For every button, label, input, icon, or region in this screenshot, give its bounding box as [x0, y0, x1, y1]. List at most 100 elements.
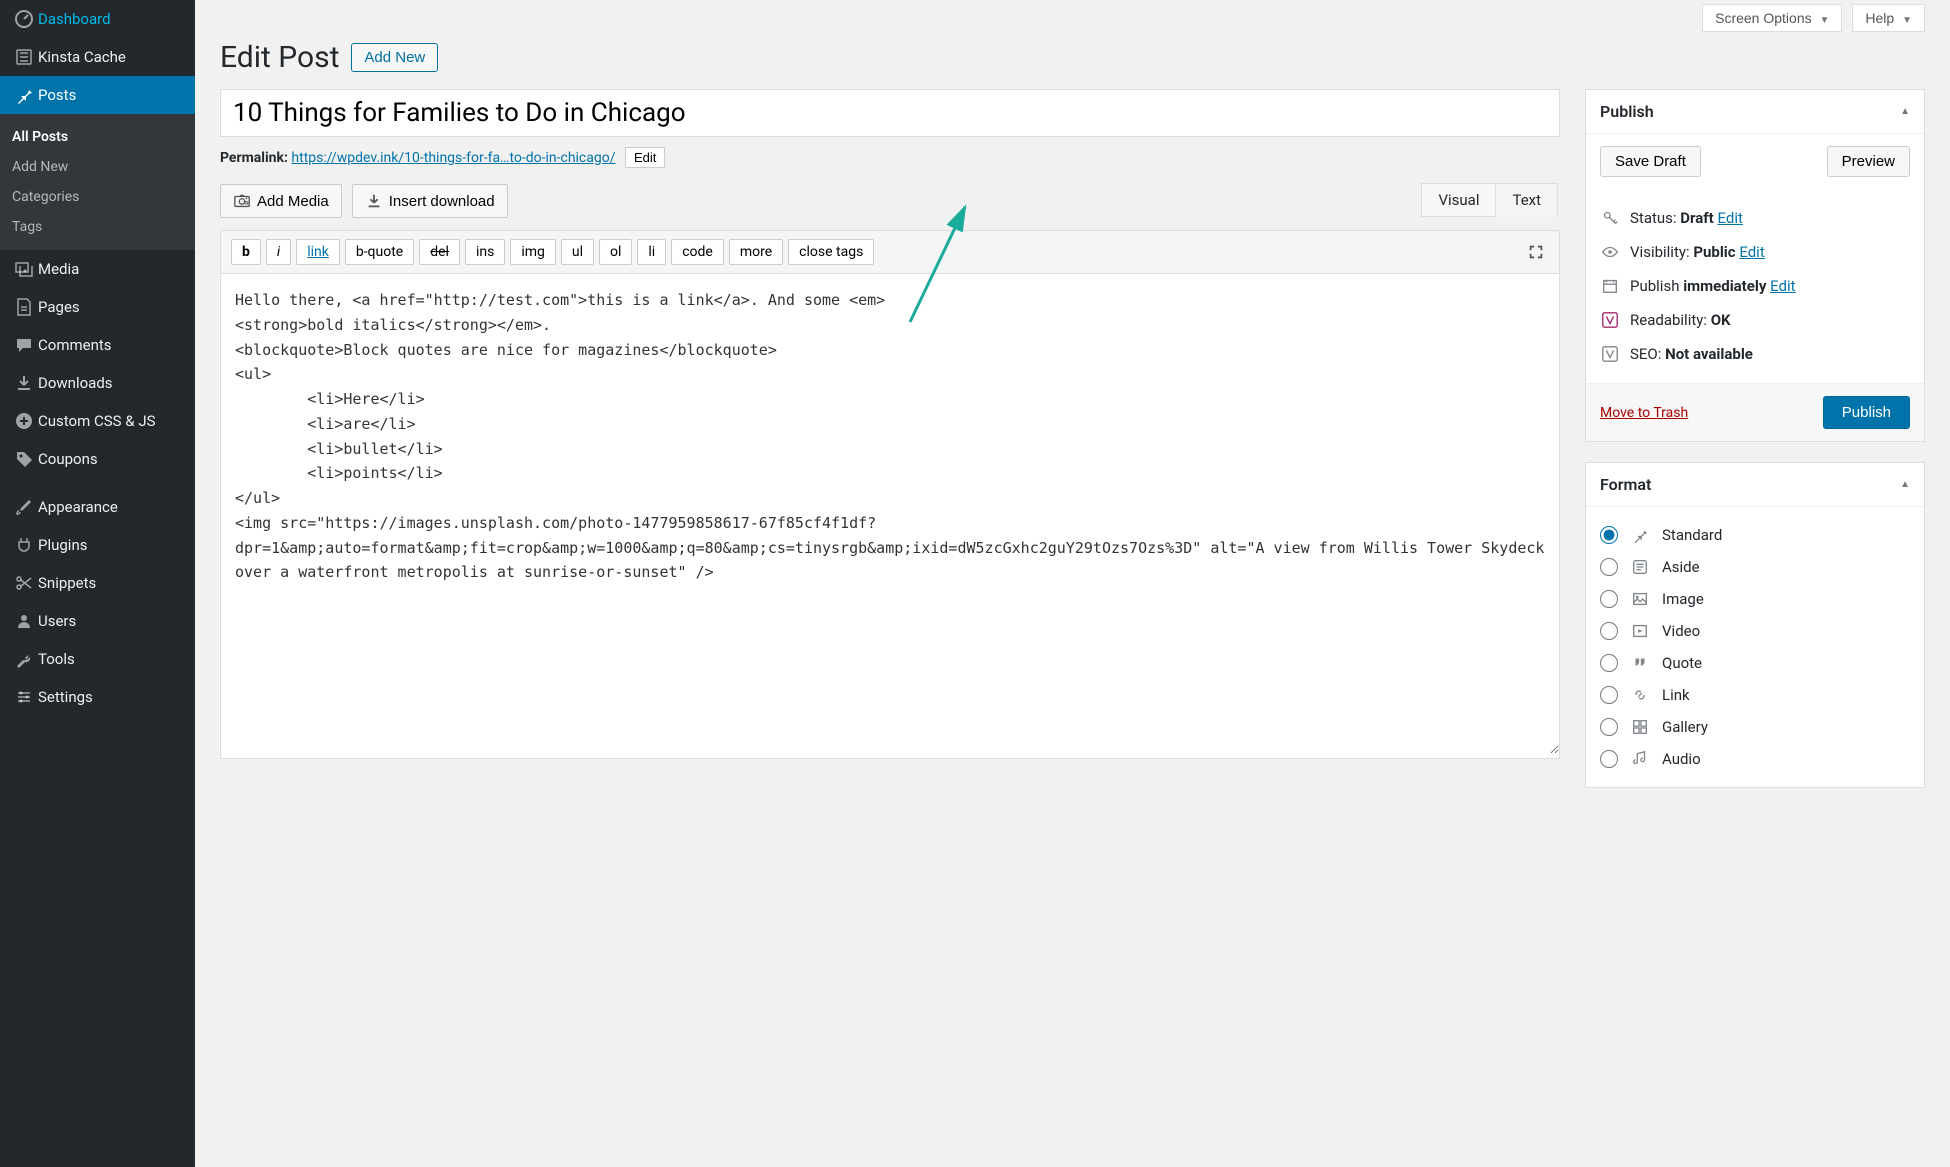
format-radio[interactable]: [1600, 654, 1618, 672]
post-title-input[interactable]: [220, 89, 1560, 137]
page-icon: [10, 297, 38, 317]
aside-icon: [1630, 558, 1650, 576]
visibility-edit-link[interactable]: Edit: [1739, 243, 1764, 261]
save-draft-button[interactable]: Save Draft: [1600, 146, 1701, 177]
screen-options-button[interactable]: Screen Options ▼: [1702, 4, 1842, 32]
format-metabox-toggle[interactable]: Format ▲: [1586, 463, 1924, 507]
format-option-video[interactable]: Video: [1600, 615, 1910, 647]
sidebar-item-users[interactable]: Users: [0, 602, 195, 640]
yoast-icon: [1600, 311, 1620, 329]
sidebar-label: Plugins: [38, 536, 87, 554]
sidebar-label: Appearance: [38, 498, 118, 516]
audio-icon: [1630, 750, 1650, 768]
sidebar-item-pages[interactable]: Pages: [0, 288, 195, 326]
qtag-b[interactable]: b: [231, 239, 261, 265]
qtag-link[interactable]: link: [296, 239, 340, 265]
format-radio[interactable]: [1600, 526, 1618, 544]
image-icon: [1630, 590, 1650, 608]
qtag-bquote[interactable]: b-quote: [345, 239, 414, 265]
link-icon: [1630, 686, 1650, 704]
qtag-ul[interactable]: ul: [561, 239, 594, 265]
editor-tab-text[interactable]: Text: [1495, 183, 1558, 217]
sidebar-item-dashboard[interactable]: Dashboard: [0, 0, 195, 38]
editor-box: b i link b-quote del ins img ul ol li co…: [220, 230, 1560, 759]
schedule-edit-link[interactable]: Edit: [1770, 277, 1795, 295]
status-edit-link[interactable]: Edit: [1717, 209, 1742, 227]
sidebar-label: Tools: [38, 650, 75, 668]
permalink-link[interactable]: https://wpdev.ink/10-things-for-fa…to-do…: [291, 150, 615, 166]
sidebar-sub-categories[interactable]: Categories: [0, 182, 195, 212]
format-radio[interactable]: [1600, 686, 1618, 704]
add-new-button[interactable]: Add New: [351, 43, 438, 72]
qtag-ol[interactable]: ol: [599, 239, 632, 265]
format-option-quote[interactable]: Quote: [1600, 647, 1910, 679]
qtag-code[interactable]: code: [671, 239, 724, 265]
qtag-del[interactable]: del: [419, 239, 460, 265]
sidebar-label: Pages: [38, 298, 80, 316]
format-option-standard[interactable]: Standard: [1600, 519, 1910, 551]
format-radio[interactable]: [1600, 558, 1618, 576]
move-to-trash-link[interactable]: Move to Trash: [1600, 405, 1688, 421]
user-icon: [10, 611, 38, 631]
visibility-row: Visibility: Public Edit: [1600, 235, 1910, 269]
chevron-up-icon: ▲: [1900, 479, 1910, 490]
admin-sidebar: Dashboard Kinsta Cache Posts All Posts A…: [0, 0, 195, 1167]
schedule-row: Publish immediately Edit: [1600, 269, 1910, 303]
format-option-link[interactable]: Link: [1600, 679, 1910, 711]
calendar-icon: [1600, 277, 1620, 295]
format-option-aside[interactable]: Aside: [1600, 551, 1910, 583]
qtag-img[interactable]: img: [510, 239, 556, 265]
format-option-gallery[interactable]: Gallery: [1600, 711, 1910, 743]
sidebar-column: Publish ▲ Save Draft Preview Status: Dra…: [1585, 89, 1925, 808]
readability-row: Readability: OK: [1600, 303, 1910, 337]
publish-button[interactable]: Publish: [1823, 396, 1910, 429]
sidebar-item-custom-css[interactable]: Custom CSS & JS: [0, 402, 195, 440]
sidebar-item-downloads[interactable]: Downloads: [0, 364, 195, 402]
sidebar-sub-tags[interactable]: Tags: [0, 212, 195, 242]
sidebar-sub-add-new[interactable]: Add New: [0, 152, 195, 182]
video-icon: [1630, 622, 1650, 640]
sidebar-item-tools[interactable]: Tools: [0, 640, 195, 678]
sidebar-item-plugins[interactable]: Plugins: [0, 526, 195, 564]
comment-icon: [10, 335, 38, 355]
sidebar-item-media[interactable]: Media: [0, 250, 195, 288]
editor-tab-visual[interactable]: Visual: [1421, 183, 1496, 217]
sidebar-item-snippets[interactable]: Snippets: [0, 564, 195, 602]
sidebar-sub-all-posts[interactable]: All Posts: [0, 122, 195, 152]
sidebar-label: Kinsta Cache: [38, 48, 126, 66]
qtag-i[interactable]: i: [266, 239, 291, 265]
content-textarea[interactable]: [221, 274, 1559, 754]
fullscreen-icon[interactable]: [1523, 239, 1549, 265]
dashboard-icon: [10, 9, 38, 29]
format-radio[interactable]: [1600, 718, 1618, 736]
sidebar-item-posts[interactable]: Posts: [0, 76, 195, 114]
sidebar-item-appearance[interactable]: Appearance: [0, 488, 195, 526]
tag-icon: [10, 449, 38, 469]
format-radio[interactable]: [1600, 750, 1618, 768]
sidebar-item-coupons[interactable]: Coupons: [0, 440, 195, 478]
kinsta-icon: [10, 47, 38, 67]
screen-meta-links: Screen Options ▼ Help ▼: [220, 0, 1925, 36]
qtag-ins[interactable]: ins: [465, 239, 505, 265]
permalink-row: Permalink: https://wpdev.ink/10-things-f…: [220, 147, 1560, 168]
preview-button[interactable]: Preview: [1827, 146, 1910, 177]
sidebar-item-comments[interactable]: Comments: [0, 326, 195, 364]
chevron-down-icon: ▼: [1820, 15, 1830, 26]
sidebar-item-kinsta[interactable]: Kinsta Cache: [0, 38, 195, 76]
gallery-icon: [1630, 718, 1650, 736]
sidebar-item-settings[interactable]: Settings: [0, 678, 195, 716]
format-option-image[interactable]: Image: [1600, 583, 1910, 615]
permalink-label: Permalink:: [220, 150, 288, 166]
qtag-li[interactable]: li: [637, 239, 666, 265]
permalink-edit-button[interactable]: Edit: [625, 147, 665, 168]
help-button[interactable]: Help ▼: [1852, 4, 1925, 32]
qtag-more[interactable]: more: [729, 239, 783, 265]
plus-icon: [10, 411, 38, 431]
qtag-close[interactable]: close tags: [788, 239, 874, 265]
wrench-icon: [10, 649, 38, 669]
main-content: Screen Options ▼ Help ▼ Edit Post Add Ne…: [195, 0, 1950, 1167]
publish-metabox-toggle[interactable]: Publish ▲: [1586, 90, 1924, 134]
format-radio[interactable]: [1600, 622, 1618, 640]
format-radio[interactable]: [1600, 590, 1618, 608]
format-option-audio[interactable]: Audio: [1600, 743, 1910, 775]
